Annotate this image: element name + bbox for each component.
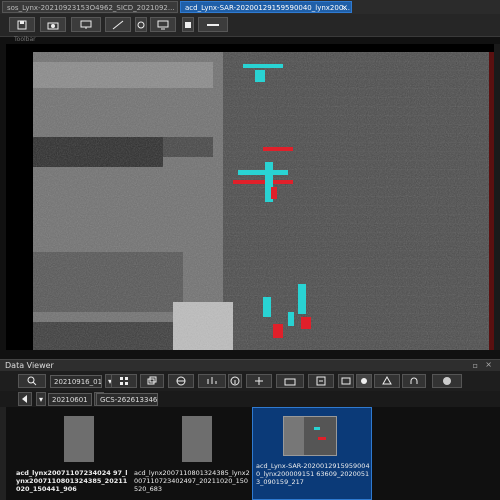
- data-viewer-toolbar: 20210916_01 (3) ▾: [0, 371, 500, 391]
- thumbnail-caption: acd_Lynx-SAR-20200129159590040_lynx20000…: [256, 462, 370, 486]
- data-viewer-title: Data Viewer: [5, 361, 54, 370]
- recycle-icon[interactable]: [374, 374, 400, 388]
- save-icon[interactable]: [9, 17, 35, 32]
- add-icon[interactable]: [246, 374, 272, 388]
- toolbar-label: Toolbar: [14, 36, 36, 43]
- restore-icon[interactable]: ▫: [473, 361, 478, 370]
- thumbnail-item[interactable]: acd_lynx20071107234024 97_lynx2007110801…: [14, 407, 129, 500]
- gcs-select[interactable]: GCS-2626133463: [96, 393, 158, 406]
- date-select[interactable]: 20210601: [48, 393, 92, 406]
- layers-icon[interactable]: [140, 374, 164, 388]
- thumbnail-list: acd_lynx20071107234024 97_lynx2007110801…: [6, 407, 500, 500]
- tab-sos-image[interactable]: sos_Lynx-20210923153O4962_SICD_2021092..…: [2, 1, 178, 13]
- data-viewer-navbar: ▾ 20210601 ▸ GCS-2626133463: [0, 391, 500, 408]
- thumbnail-item-selected[interactable]: acd_Lynx-SAR-20200129159590040_lynx20000…: [252, 407, 372, 500]
- measure-tool-icon[interactable]: [105, 17, 131, 32]
- close-panel-icon[interactable]: ×: [485, 360, 492, 369]
- filter-globe-icon[interactable]: [168, 374, 194, 388]
- collection-select-value: 20210916_01 (3): [54, 378, 102, 386]
- gcs-select-value: GCS-2626133463: [100, 396, 158, 404]
- thumbnail-caption: acd_lynx2007110801324385_lynx20071107234…: [134, 469, 250, 493]
- info-icon[interactable]: [228, 374, 242, 388]
- date-select-value: 20210601: [52, 396, 88, 404]
- color-circle-icon[interactable]: [432, 374, 462, 388]
- thumbnail-caption: acd_lynx20071107234024 97_lynx2007110801…: [16, 469, 128, 493]
- camera-capture-icon[interactable]: [356, 374, 372, 388]
- thumbnail-image: [182, 416, 212, 462]
- import-icon[interactable]: [338, 374, 354, 388]
- export-icon[interactable]: [182, 17, 194, 32]
- chevron-down-icon[interactable]: ▾: [36, 392, 46, 406]
- thumbnail-image: [283, 416, 337, 456]
- camera-icon[interactable]: [40, 17, 66, 32]
- folder-icon[interactable]: [276, 374, 304, 388]
- tab-label: acd_Lynx-SAR-20200129159590040_lynx200..…: [185, 4, 350, 12]
- thumbnail-image: [64, 416, 94, 462]
- tab-label: sos_Lynx-20210923153O4962_SICD_2021092..…: [7, 4, 175, 12]
- viewer-scrollbar[interactable]: [494, 44, 500, 350]
- search-icon[interactable]: [18, 374, 46, 388]
- sar-change-detection-image[interactable]: [33, 52, 495, 350]
- tab-bar: sos_Lynx-20210923153O4962_SICD_2021092..…: [0, 0, 500, 14]
- export-data-icon[interactable]: [308, 374, 334, 388]
- monitor-icon[interactable]: [71, 17, 101, 32]
- more-tools-icon[interactable]: [198, 17, 228, 32]
- link-icon[interactable]: [135, 17, 147, 32]
- thumbnail-item[interactable]: acd_lynx2007110801324385_lynx20071107234…: [132, 407, 250, 500]
- display-settings-icon[interactable]: [150, 17, 176, 32]
- headphones-icon[interactable]: [402, 374, 426, 388]
- close-icon[interactable]: ×: [341, 2, 348, 12]
- tab-acd-image[interactable]: acd_Lynx-SAR-20200129159590040_lynx200..…: [180, 1, 352, 13]
- sort-icon[interactable]: [198, 374, 226, 388]
- image-viewer[interactable]: [6, 44, 496, 350]
- main-toolbar: [0, 14, 500, 37]
- grid-view-icon[interactable]: [111, 374, 137, 388]
- back-arrow-icon[interactable]: [18, 392, 32, 406]
- collection-select[interactable]: 20210916_01 (3): [50, 375, 102, 388]
